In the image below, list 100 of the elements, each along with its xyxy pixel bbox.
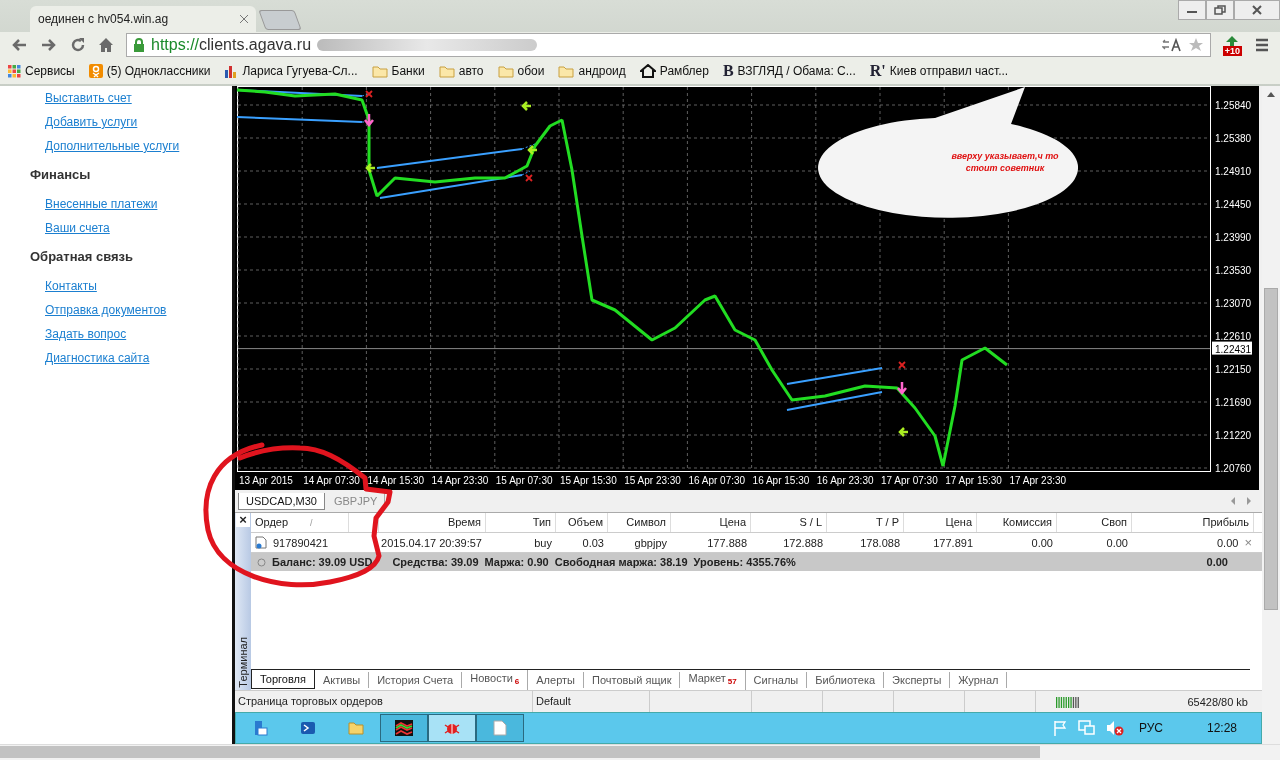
bookmark[interactable]: Сервисы: [8, 64, 75, 78]
bookmark[interactable]: Рамблер: [639, 64, 709, 78]
sidebar-link[interactable]: Задать вопрос: [45, 322, 127, 346]
horizontal-scrollbar[interactable]: [0, 744, 1280, 760]
bookmark[interactable]: авто: [438, 64, 484, 78]
terminal-tab[interactable]: Торговля: [251, 670, 315, 689]
close-button[interactable]: ×: [236, 513, 250, 527]
bookmark[interactable]: Лариса Гугуева-Сл...: [224, 64, 358, 78]
scroll-up-icon[interactable]: [1266, 90, 1276, 98]
price-label: 1.23070: [1215, 298, 1252, 309]
column-header[interactable]: Цена: [904, 513, 977, 532]
sidebar-link[interactable]: Выставить счет: [45, 86, 132, 110]
restore-button[interactable]: [1206, 0, 1234, 20]
column-header[interactable]: Комиссия: [977, 513, 1057, 532]
time-label: 16 Apr 07:30: [688, 475, 746, 486]
column-header[interactable]: T / P: [827, 513, 904, 532]
time-label: 14 Apr 15:30: [367, 475, 425, 486]
table-cell-text: 0.00: [1217, 535, 1239, 551]
scroll-arrows-icon[interactable]: [1230, 497, 1252, 505]
terminal-tab[interactable]: Журнал: [950, 672, 1008, 688]
sidebar-link[interactable]: Диагностика сайта: [45, 346, 150, 370]
clock: 12:28: [1206, 721, 1237, 735]
chart-tab[interactable]: USDCAD,M30: [238, 492, 325, 510]
reload-icon[interactable]: [70, 37, 86, 53]
table-cell-text: 2015.04.17 20:39:57: [381, 535, 482, 551]
menu-icon[interactable]: [1254, 37, 1270, 53]
terminal-tab[interactable]: Библиотека: [807, 672, 885, 688]
time-label: 15 Apr 15:30: [560, 475, 617, 486]
restore-icon: [1214, 5, 1226, 15]
taskbar-button[interactable]: [380, 714, 428, 742]
sidebar-link[interactable]: Ваши счета: [45, 216, 110, 240]
folder-icon: [558, 64, 575, 78]
close-button[interactable]: ×: [1244, 533, 1252, 552]
bookmark[interactable]: Банки: [371, 64, 425, 78]
column-header[interactable]: Ордер /: [251, 513, 349, 532]
table-cell-text: 177.888: [707, 535, 747, 551]
sidebar-link[interactable]: Контакты: [45, 274, 97, 298]
server-icon: [252, 720, 268, 736]
table-cell-text: 178.088: [860, 535, 900, 551]
terminal-tab[interactable]: Алерты: [528, 672, 584, 688]
star-icon[interactable]: [1187, 37, 1204, 53]
column-header[interactable]: Тип: [486, 513, 556, 532]
folder-icon: [348, 720, 364, 736]
close-icon[interactable]: [240, 15, 248, 23]
table-cell-text: gbpjpy: [634, 535, 667, 551]
forward-icon[interactable]: [40, 37, 58, 53]
back-icon[interactable]: [10, 37, 28, 53]
price-label: 1.25840: [1215, 100, 1252, 111]
up-arrow-icon: [1224, 34, 1241, 46]
lock-icon: [133, 38, 145, 52]
sidebar-heading: Обратная связь: [30, 248, 134, 266]
time-label: 17 Apr 15:30: [945, 475, 1002, 486]
column-header[interactable]: Время: [379, 513, 486, 532]
close-button[interactable]: [1234, 0, 1280, 20]
wave-chart-icon: [395, 720, 413, 736]
taskbar-button[interactable]: [428, 714, 476, 742]
bookmark[interactable]: R' Киев отправил част...: [869, 62, 1009, 80]
browser-tab[interactable]: оединен с hv054.win.ag: [30, 6, 256, 32]
balance-summary-item: Свободная маржа: 38.19: [554, 556, 688, 568]
time-label: 16 Apr 15:30: [752, 475, 810, 486]
bookmark[interactable]: андроид: [558, 64, 626, 78]
folder-icon: [371, 64, 388, 78]
terminal-tab[interactable]: Эксперты: [884, 672, 951, 688]
extension-button[interactable]: +10: [1222, 34, 1242, 56]
muted-speaker-icon[interactable]: [1105, 720, 1124, 736]
address-bar[interactable]: https://clients.agava.ru: [126, 33, 1211, 57]
sidebar-heading: Финансы: [30, 166, 91, 184]
column-header[interactable]: S / L: [751, 513, 827, 532]
home-icon[interactable]: [98, 37, 114, 53]
table-cell-text: 172.888: [783, 535, 823, 551]
terminal-tab[interactable]: Активы: [314, 672, 370, 688]
table-cell-text: 0.00: [1106, 535, 1128, 551]
table-cell-text: 0.00: [1031, 535, 1053, 551]
column-header[interactable]: Своп: [1057, 513, 1132, 532]
bookmark[interactable]: B ВЗГЛЯД / Обама: С...: [722, 62, 856, 80]
sidebar-link[interactable]: Добавить услуги: [45, 110, 138, 134]
terminal-tab[interactable]: Почтовый ящик: [584, 672, 681, 688]
time-label: 15 Apr 23:30: [624, 475, 681, 486]
column-header[interactable]: Объем: [556, 513, 608, 532]
sidebar-link[interactable]: Дополнительные услуги: [45, 134, 180, 158]
terminal-tab[interactable]: История Счета: [369, 672, 463, 688]
terminal-tab[interactable]: Сигналы: [745, 672, 808, 688]
circle-icon: [257, 557, 266, 567]
terminal-icon: [300, 720, 316, 736]
sidebar-link[interactable]: Отправка документов: [45, 298, 167, 322]
taskbar-button[interactable]: [476, 714, 524, 742]
language-indicator[interactable]: РУС: [1138, 721, 1163, 735]
table-cell-text: buy: [534, 535, 552, 551]
table-cell-text: 917890421: [273, 535, 329, 551]
document-icon: [493, 720, 507, 736]
sidebar-link[interactable]: Внесенные платежи: [45, 192, 158, 216]
column-header[interactable]: Цена: [671, 513, 751, 532]
minimize-button[interactable]: [1178, 0, 1206, 20]
bookmark[interactable]: обои: [497, 64, 545, 78]
vertical-scrollbar[interactable]: [1262, 86, 1280, 744]
bookmark[interactable]: (5) Одноклассники: [88, 64, 211, 78]
column-header[interactable]: Прибыль: [1132, 513, 1254, 532]
translate-icon[interactable]: [1161, 38, 1182, 52]
site-logo: R': [869, 62, 886, 80]
column-header[interactable]: Символ: [608, 513, 671, 532]
